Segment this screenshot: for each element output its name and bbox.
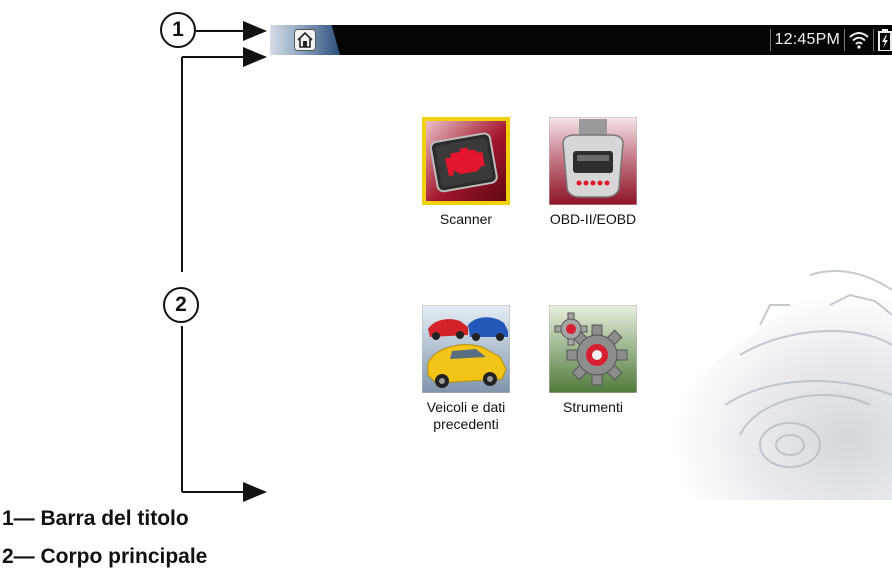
home-icon [294,29,316,51]
wifi-icon [849,32,869,49]
app-scanner[interactable]: Scanner [401,117,531,228]
app-obd-label: OBD-II/EOBD [549,211,637,227]
status-separator [844,29,845,51]
legend-main-body: 2— Corpo principale [2,545,208,568]
home-button[interactable] [270,25,340,55]
gears-icon [549,305,637,393]
status-area: 12:45PM [766,25,892,55]
callout-1: 1 [160,12,196,48]
title-bar: 12:45PM [270,25,892,55]
app-scanner-label: Scanner [439,211,493,227]
status-separator [769,29,771,51]
background-car-artwork [600,255,892,500]
app-obd[interactable]: OBD-II/EOBD [528,117,658,228]
status-separator [873,29,874,51]
device-screen: 12:45PM Scanner OBD-II/EOBD Veicoli e da… [270,25,892,500]
engine-icon [422,117,510,205]
callout-2: 2 [163,287,199,323]
battery-icon [878,29,892,51]
app-vehicles-label-line2: precedenti [433,416,499,432]
app-vehicles-label-line1: Veicoli e dati [426,399,506,415]
app-tools-label: Strumenti [563,399,623,415]
app-vehicles-label: Veicoli e dati precedenti [401,399,531,433]
obd-connector-icon [549,117,637,205]
app-vehicles-history[interactable]: Veicoli e dati precedenti [401,305,531,433]
app-tools[interactable]: Strumenti [528,305,658,416]
legend-title-bar: 1— Barra del titolo [2,507,189,530]
cars-icon [422,305,510,393]
clock-text: 12:45PM [774,31,840,48]
